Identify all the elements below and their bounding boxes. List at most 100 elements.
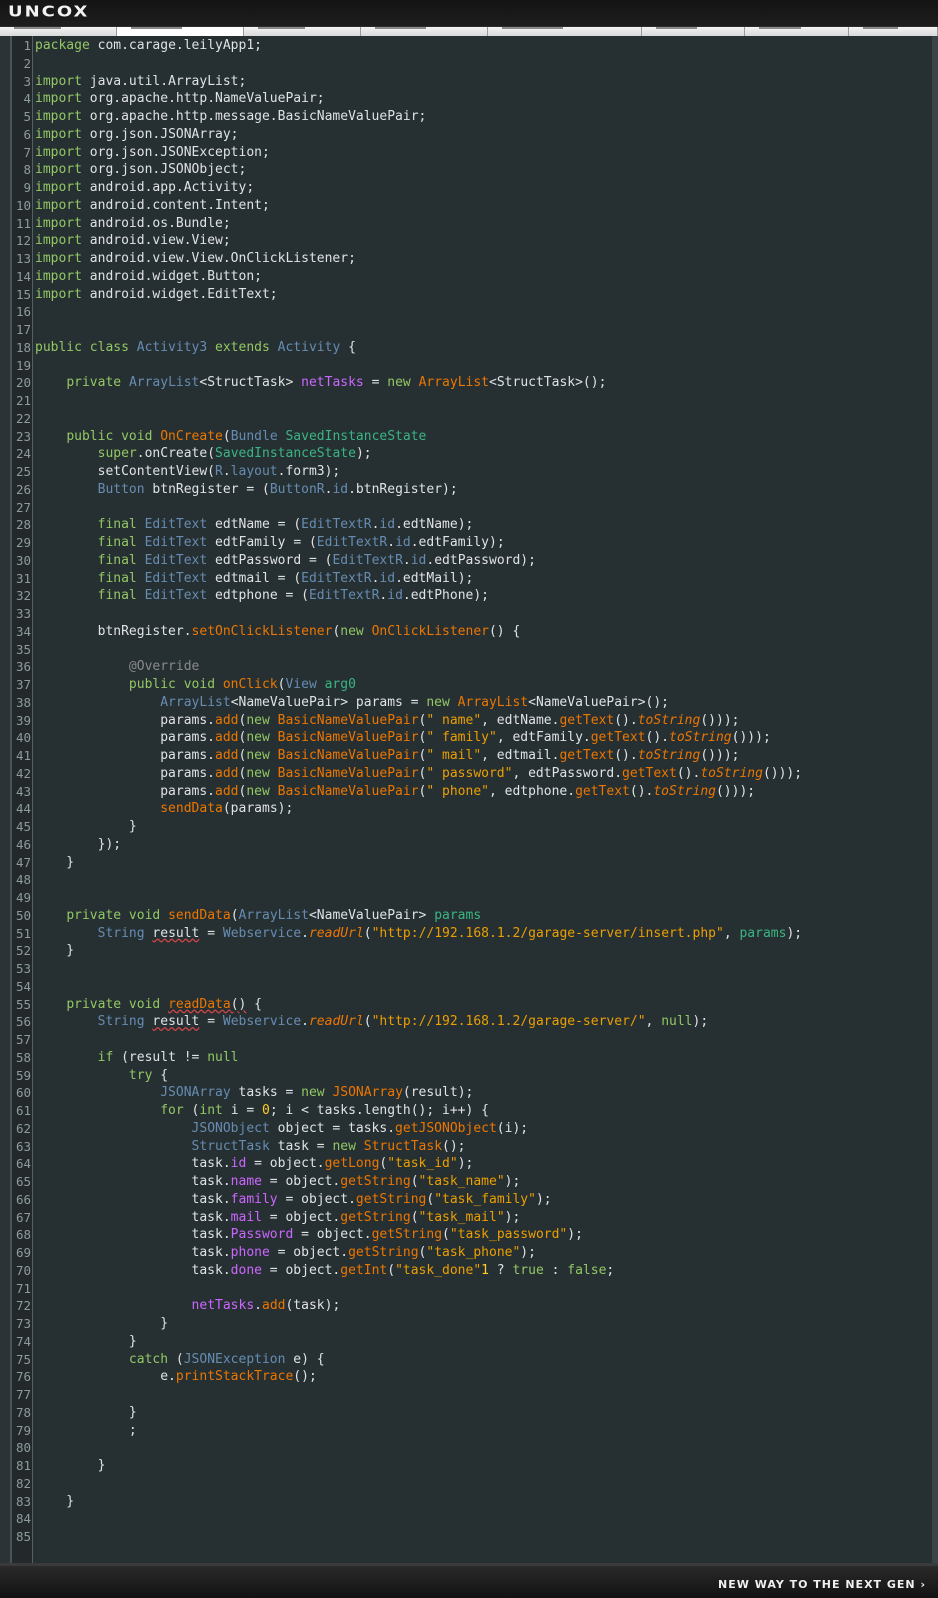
line-number: 69	[15, 1245, 31, 1260]
editor-file-tab[interactable]	[641, 27, 746, 36]
code-line: import android.view.View;	[35, 232, 231, 250]
code-token: toString	[669, 730, 732, 746]
code-token: getString	[340, 1209, 411, 1225]
editor-file-tab[interactable]	[0, 27, 118, 36]
code-token: (	[410, 1174, 419, 1189]
editor-file-tab[interactable]	[849, 27, 938, 36]
code-token: getText	[559, 712, 615, 728]
line-number: 41	[15, 748, 31, 763]
code-editor[interactable]: 1 2 3 4 5 6 7 8 9 10 11 12 13 14 15 16 17 18 19 20 21 22 23 24 2…	[10, 36, 938, 1563]
editor-file-tab[interactable]	[243, 27, 362, 36]
code-token: BasicNameValuePair	[277, 748, 419, 763]
code-token: new	[387, 375, 419, 391]
code-line: final EditText edtphone = (EditTextR.id.…	[35, 587, 489, 605]
line-number: 83	[15, 1493, 31, 1509]
line-number: 16	[15, 304, 31, 320]
code-token: = object.	[246, 1156, 325, 1172]
code-line: import android.widget.EditText;	[35, 286, 278, 304]
line-number: 26	[15, 481, 31, 497]
code-token: R	[395, 552, 403, 568]
code-line: final EditText edtName = (EditTextR.id.e…	[35, 516, 474, 534]
code-token: phone	[230, 1245, 270, 1260]
code-line: import android.app.Activity;	[35, 179, 254, 197]
code-token: = object.	[261, 1262, 341, 1278]
line-number: 7	[23, 144, 31, 160]
code-line: StructTask task = new StructTask();	[35, 1138, 466, 1156]
editor-file-tab[interactable]	[117, 27, 244, 36]
code-token: OnClickListener	[371, 623, 489, 639]
code-token: getString	[355, 1191, 427, 1207]
line-number: 10	[15, 197, 31, 213]
code-token: new	[246, 748, 278, 763]
code-token: EditText	[144, 535, 216, 550]
line-number: 62	[15, 1120, 31, 1136]
code-token: .	[222, 464, 231, 479]
code-line: import android.widget.Button;	[35, 268, 262, 286]
code-line: private void readData() {	[35, 996, 262, 1014]
editor-file-tab[interactable]	[487, 27, 642, 36]
code-token: );	[567, 1227, 583, 1243]
line-number: 9	[23, 180, 31, 195]
line-number: 40	[15, 730, 31, 746]
code-token: EditText	[308, 588, 372, 604]
code-token: android.app.Activity;	[89, 180, 255, 195]
code-token: " phone"	[426, 783, 489, 799]
editor-tab-strip	[0, 27, 938, 36]
editor-file-tab[interactable]	[361, 27, 488, 36]
code-token: .btnRegister);	[348, 481, 458, 497]
code-line: }	[35, 1315, 168, 1333]
line-number: 29	[15, 535, 31, 550]
code-token: new	[246, 712, 278, 728]
code-token: if	[97, 1049, 122, 1065]
code-token: StructTask	[191, 1138, 278, 1154]
code-token: (	[222, 428, 231, 444]
code-token: onClick	[222, 677, 278, 692]
code-token: JSONException	[183, 1351, 294, 1367]
code-token: 1	[481, 1262, 489, 1278]
line-number: 77	[15, 1387, 31, 1402]
line-number: 78	[15, 1404, 31, 1420]
line-number: 84	[15, 1511, 31, 1527]
code-token: );	[786, 925, 803, 941]
code-token: ().	[629, 783, 654, 799]
code-token: View	[285, 677, 325, 692]
code-token: new	[246, 765, 278, 781]
line-number: 19	[15, 357, 31, 373]
code-token: }	[35, 1333, 137, 1349]
code-line: task.mail = object.getString("task_mail"…	[35, 1209, 521, 1227]
line-number: 21	[15, 393, 31, 408]
line-number: 27	[15, 499, 31, 515]
code-token: EditText	[301, 570, 364, 586]
line-number: 79	[15, 1422, 31, 1438]
code-token: , edtPassword.	[512, 765, 623, 781]
code-token: {	[348, 339, 356, 355]
line-number: 30	[15, 552, 31, 568]
code-token: Webservice	[222, 925, 302, 941]
editor-file-tab[interactable]	[745, 27, 850, 36]
code-token: id	[379, 570, 396, 586]
line-number: 75	[15, 1351, 31, 1367]
code-token: ();	[293, 1369, 317, 1385]
line-number: 71	[15, 1280, 31, 1296]
code-token: android.view.View;	[89, 233, 231, 249]
code-token: id	[387, 588, 403, 604]
code-token: .	[301, 925, 309, 941]
vertical-scrollbar[interactable]	[932, 36, 938, 1563]
line-number: 73	[15, 1316, 31, 1331]
code-token: org.json.JSONArray;	[89, 126, 239, 142]
code-token: (result !=	[121, 1049, 208, 1065]
code-token: }	[35, 943, 75, 959]
line-number: 42	[15, 765, 31, 781]
code-line: final EditText edtFamily = (EditTextR.id…	[35, 534, 505, 552]
code-token: getString	[340, 1174, 411, 1189]
code-token: edtName = (	[215, 517, 302, 533]
code-token: id	[230, 1156, 247, 1172]
code-token: BasicNameValuePair	[277, 783, 419, 799]
code-token: = object.	[261, 1174, 341, 1189]
code-line: }	[35, 854, 74, 872]
